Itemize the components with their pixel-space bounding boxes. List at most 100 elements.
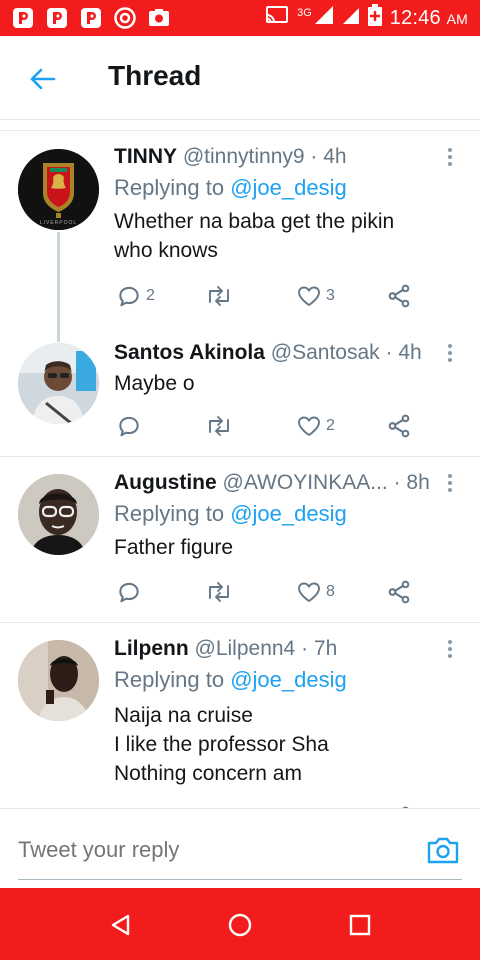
share-button[interactable] xyxy=(386,411,412,441)
reply-button[interactable] xyxy=(116,577,146,607)
replying-to: Replying to @joe_desig xyxy=(114,175,430,201)
author-name[interactable]: Augustine xyxy=(114,471,217,494)
user-photo-icon xyxy=(18,640,99,721)
network-label: 3G xyxy=(297,7,312,19)
system-nav-bar xyxy=(0,888,480,960)
tweet-text-line: I like the professor Sha xyxy=(114,733,329,756)
author-name[interactable]: Lilpenn xyxy=(114,637,189,660)
status-bar: 3G 12:46 AM xyxy=(0,0,480,36)
tweet[interactable]: Santos Akinola @Santosak · 4h Maybe o 2 xyxy=(0,325,480,456)
more-options-button[interactable] xyxy=(442,637,458,661)
reply-count: 2 xyxy=(146,287,155,304)
like-button[interactable]: 3 xyxy=(296,281,335,311)
camera-button[interactable] xyxy=(426,835,460,865)
reply-composer xyxy=(0,808,480,888)
share-button[interactable] xyxy=(386,577,412,607)
like-button[interactable]: 8 xyxy=(296,577,335,607)
heart-icon xyxy=(298,582,320,602)
clock-ampm: AM xyxy=(446,10,468,27)
replying-to: Replying to @joe_desig xyxy=(114,501,430,527)
user-photo-icon xyxy=(18,474,99,555)
avatar-badge-text: LIVERPOOL xyxy=(39,220,78,226)
like-count: 3 xyxy=(326,287,335,304)
p-app-icon xyxy=(46,7,68,29)
tweet-text: Whether na baba get the pikin who knows xyxy=(114,210,395,262)
tweet-header: Augustine @AWOYINKAA... · 8h xyxy=(114,471,430,495)
tweet-time: · 4h xyxy=(310,145,347,168)
mention-link[interactable]: @joe_desig xyxy=(230,501,347,526)
tweet-text-line: Nothing concern am xyxy=(114,762,302,785)
share-button[interactable] xyxy=(386,281,412,311)
app-header: Thread xyxy=(0,36,480,120)
liverpool-crest-icon xyxy=(18,149,99,230)
replying-label: Replying to xyxy=(114,667,231,692)
reply-input[interactable] xyxy=(18,835,398,865)
tweet[interactable]: Lilpenn @Lilpenn4 · 7h Replying to @joe_… xyxy=(0,623,480,808)
clock-time: 12:46 xyxy=(389,6,441,29)
retweet-icon xyxy=(209,416,229,436)
author-handle[interactable]: @Santosak xyxy=(271,341,380,364)
notification-icons xyxy=(12,7,170,29)
heart-icon xyxy=(298,286,320,306)
signal-icon xyxy=(314,5,334,31)
author-name[interactable]: Santos Akinola xyxy=(114,341,265,364)
avatar[interactable] xyxy=(18,474,99,555)
tweet[interactable]: Augustine @AWOYINKAA... · 8h Replying to… xyxy=(0,457,480,622)
like-button[interactable]: 2 xyxy=(296,411,335,441)
author-handle[interactable]: @Lilpenn4 xyxy=(195,637,296,660)
back-arrow-icon xyxy=(30,68,56,90)
author-handle[interactable]: @AWOYINKAA... xyxy=(223,471,388,494)
tweet-body: Augustine @AWOYINKAA... · 8h Replying to… xyxy=(114,471,430,562)
tweet[interactable]: LIVERPOOL TINNY @tinnytinny9 · 4h Replyi… xyxy=(0,131,480,325)
tweet-text: Naija na cruise I like the professor Sha… xyxy=(114,701,430,788)
nav-home-button[interactable] xyxy=(225,910,255,940)
share-icon xyxy=(388,580,410,604)
battery-icon xyxy=(367,4,382,32)
triangle-back-icon xyxy=(111,914,130,936)
mention-link[interactable]: @joe_desig xyxy=(230,667,347,692)
more-options-button[interactable] xyxy=(442,341,458,365)
nav-back-button[interactable] xyxy=(105,910,135,940)
tweet-header: Santos Akinola @Santosak · 4h xyxy=(114,341,430,365)
retweet-icon xyxy=(209,582,229,602)
camera-icon xyxy=(427,837,459,864)
square-recents-icon xyxy=(349,914,371,936)
more-options-button[interactable] xyxy=(442,471,458,495)
more-options-button[interactable] xyxy=(442,145,458,169)
reply-button[interactable]: 2 xyxy=(116,281,155,311)
nav-recents-button[interactable] xyxy=(345,910,375,940)
tweet-header: TINNY @tinnytinny9 · 4h xyxy=(114,145,430,169)
tweet-text: Father figure xyxy=(114,536,234,559)
signal-icon xyxy=(342,5,360,31)
tweet-body: TINNY @tinnytinny9 · 4h Replying to @joe… xyxy=(114,145,430,265)
avatar[interactable] xyxy=(18,343,99,424)
tweet-time: · 4h xyxy=(385,341,422,364)
retweet-button[interactable] xyxy=(204,577,238,607)
author-handle[interactable]: @tinnytinny9 xyxy=(183,145,305,168)
author-name[interactable]: TINNY xyxy=(114,145,177,168)
retweet-button[interactable] xyxy=(204,411,238,441)
avatar[interactable] xyxy=(18,640,99,721)
tweet-text-line: Naija na cruise xyxy=(114,704,253,727)
p-app-icon xyxy=(80,7,102,29)
back-button[interactable] xyxy=(24,64,60,94)
tweet-body: Santos Akinola @Santosak · 4h Maybe o xyxy=(114,341,430,398)
tweet-text: Maybe o xyxy=(114,372,195,395)
opera-icon xyxy=(114,7,136,29)
circle-home-icon xyxy=(228,913,252,937)
share-icon xyxy=(388,414,410,438)
replying-label: Replying to xyxy=(114,175,231,200)
replying-to: Replying to @joe_desig xyxy=(114,667,430,693)
tweet-header: Lilpenn @Lilpenn4 · 7h xyxy=(114,637,430,661)
reply-button[interactable] xyxy=(116,411,146,441)
tweet-time: · 8h xyxy=(393,471,430,494)
share-icon xyxy=(388,284,410,308)
system-icons: 3G 12:46 AM xyxy=(265,4,468,32)
retweet-button[interactable] xyxy=(204,281,238,311)
reply-icon xyxy=(119,582,139,603)
mention-link[interactable]: @joe_desig xyxy=(230,175,347,200)
heart-icon xyxy=(298,416,320,436)
tweet-actions: 2 3 xyxy=(116,281,416,311)
cast-icon xyxy=(265,5,289,31)
avatar[interactable]: LIVERPOOL xyxy=(18,149,99,230)
